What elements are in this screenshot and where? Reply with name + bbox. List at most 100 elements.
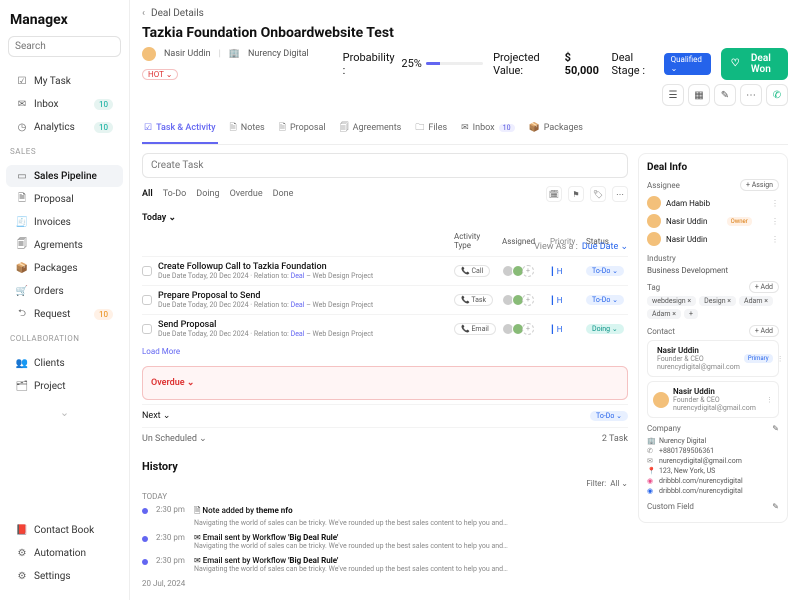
nav-item-agrements[interactable]: 🗐Agrements <box>6 234 123 256</box>
task-row[interactable]: Prepare Proposal to SendDue Date Today, … <box>142 285 628 314</box>
nav-label-collab: COLLABORATION <box>0 330 129 347</box>
tab-files[interactable]: 🗀Files <box>413 114 449 144</box>
nav-item-orders[interactable]: 🛒Orders <box>6 280 123 302</box>
edit-company-icon[interactable]: ✎ <box>772 424 779 433</box>
next-status[interactable]: To-Do ⌄ <box>590 411 628 421</box>
status-dropdown[interactable]: Doing ⌄ <box>586 324 624 334</box>
task-checkbox[interactable] <box>142 266 152 276</box>
activity-type[interactable]: 📞 Email <box>454 323 496 335</box>
tab-icon: ✉ <box>461 123 469 133</box>
flag-icon[interactable]: ⚑ <box>568 186 584 202</box>
tab-notes[interactable]: 🗎Notes <box>228 114 267 144</box>
activity-type[interactable]: 📞 Call <box>454 265 490 277</box>
stage-dropdown[interactable]: Qualified ⌄ <box>664 53 711 75</box>
nav-item-my-task[interactable]: ☑My Task <box>6 70 123 92</box>
view-as-dropdown[interactable]: Due Date ⌄ <box>582 242 628 252</box>
next-section[interactable]: Next ⌄ <box>142 411 170 421</box>
nav-icon: ⮌ <box>16 308 28 320</box>
tag-chip[interactable]: Adam × <box>739 296 773 306</box>
tab-task-activity[interactable]: ☑Task & Activity <box>142 114 218 144</box>
more-icon[interactable]: ⋯ <box>740 84 762 106</box>
avatar <box>142 47 156 61</box>
tab-agreements[interactable]: 🗐Agreements <box>338 114 404 144</box>
location-icon: 📍 <box>647 467 655 475</box>
history-item: 2:30 pm✉ Email sent by Workflow 'Big Dea… <box>142 556 628 573</box>
building-icon: 🏢 <box>647 437 655 445</box>
tab-packages[interactable]: 📦Packages <box>527 114 585 144</box>
activity-type[interactable]: 📞 Task <box>454 294 493 306</box>
list-icon[interactable]: ☰ <box>662 84 684 106</box>
add-contact-button[interactable]: + Add <box>749 325 779 337</box>
nav-item-proposal[interactable]: 🗎Proposal <box>6 188 123 210</box>
history-filter-dropdown[interactable]: All ⌄ <box>610 479 628 488</box>
task-checkbox[interactable] <box>142 324 152 334</box>
more-icon[interactable]: ⋮ <box>766 396 773 404</box>
contact-card[interactable]: Nasir UddinFounder & CEOnurencydigital@g… <box>647 340 779 377</box>
breadcrumb[interactable]: ‹ Deal Details <box>142 8 788 19</box>
calendar-icon[interactable]: 🗓 <box>546 186 562 202</box>
more-filter-icon[interactable]: ⋯ <box>612 186 628 202</box>
add-assignee-icon[interactable]: + <box>522 323 534 335</box>
more-icon[interactable]: ⋮ <box>771 217 779 226</box>
nav-item-project[interactable]: 🗂Project <box>6 375 123 397</box>
nav-icon: 📕 <box>16 524 28 536</box>
back-icon[interactable]: ‹ <box>142 8 145 19</box>
assign-button[interactable]: + Assign <box>740 179 779 191</box>
nav-item-inbox[interactable]: ✉Inbox10 <box>6 93 123 115</box>
tag-chip[interactable]: Design × <box>699 296 736 306</box>
tab-proposal[interactable]: 🗎Proposal <box>277 114 328 144</box>
nav-item-analytics[interactable]: ◷Analytics10 <box>6 116 123 138</box>
nav-item-packages[interactable]: 📦Packages <box>6 257 123 279</box>
deal-info-title: Deal Info <box>647 162 779 173</box>
projected-value: $ 50,000 <box>565 51 602 77</box>
phone-icon[interactable]: ✆ <box>766 84 788 106</box>
history-today: TODAY <box>142 492 628 501</box>
edit-icon[interactable]: ✎ <box>714 84 736 106</box>
grid-icon[interactable]: ▦ <box>688 84 710 106</box>
add-assignee-icon[interactable]: + <box>522 294 534 306</box>
today-section[interactable]: Today ⌄ <box>142 208 628 228</box>
tag-icon[interactable]: 🏷 <box>590 186 606 202</box>
more-icon[interactable]: ⋮ <box>771 235 779 244</box>
filter-done[interactable]: Done <box>273 189 294 199</box>
assignee-row: Nasir UddinOwner⋮ <box>647 212 779 230</box>
filter-overdue[interactable]: Overdue <box>230 189 263 199</box>
nav-item-invoices[interactable]: 🧾Invoices <box>6 211 123 233</box>
more-icon[interactable]: ⋮ <box>777 355 784 363</box>
filter-all[interactable]: All <box>142 189 153 199</box>
add-assignee-icon[interactable]: + <box>522 265 534 277</box>
tag-chip[interactable]: + <box>684 309 698 319</box>
tab-inbox[interactable]: ✉Inbox10 <box>459 114 516 144</box>
contact-card[interactable]: Nasir UddinFounder & CEOnurencydigital@g… <box>647 381 779 418</box>
nav-icon: ⚙ <box>16 570 28 582</box>
nav-item-request[interactable]: ⮌Request10 <box>6 303 123 325</box>
nav-item-settings[interactable]: ⚙Settings <box>6 565 123 587</box>
history-item: 2:30 pm✉ Email sent by Workflow 'Big Dea… <box>142 533 628 550</box>
add-tag-button[interactable]: + Add <box>749 281 779 293</box>
tab-icon: ☑ <box>144 123 152 133</box>
nav-item-clients[interactable]: 👥Clients <box>6 352 123 374</box>
create-task-input[interactable] <box>142 153 628 178</box>
status-dropdown[interactable]: To-Do ⌄ <box>586 295 624 305</box>
hot-badge[interactable]: HOT ⌄ <box>142 69 178 80</box>
edit-custom-icon[interactable]: ✎ <box>772 502 779 511</box>
load-more-link[interactable]: Load More <box>142 343 628 360</box>
unscheduled-section[interactable]: Un Scheduled ⌄ <box>142 434 207 444</box>
deal-won-button[interactable]: ♡ Deal Won <box>721 48 788 80</box>
filter-doing[interactable]: Doing <box>196 189 219 199</box>
task-row[interactable]: Create Followup Call to Tazkia Foundatio… <box>142 256 628 285</box>
task-checkbox[interactable] <box>142 295 152 305</box>
tag-chip[interactable]: webdesign × <box>647 296 696 306</box>
overdue-section[interactable]: Overdue ⌄ <box>151 373 619 393</box>
probability-bar <box>426 62 483 65</box>
filter-todo[interactable]: To-Do <box>163 189 187 199</box>
tag-chip[interactable]: Adam × <box>647 309 681 319</box>
more-icon[interactable]: ⋮ <box>771 199 779 208</box>
nav-item-contact-book[interactable]: 📕Contact Book <box>6 519 123 541</box>
tab-icon: 🗐 <box>340 120 349 136</box>
nav-item-sales-pipeline[interactable]: ▭Sales Pipeline <box>6 165 123 187</box>
task-row[interactable]: Send ProposalDue Date Today, 20 Dec 2024… <box>142 314 628 343</box>
status-dropdown[interactable]: To-Do ⌄ <box>586 266 624 276</box>
nav-item-automation[interactable]: ⚙Automation <box>6 542 123 564</box>
search-input[interactable] <box>8 36 121 57</box>
